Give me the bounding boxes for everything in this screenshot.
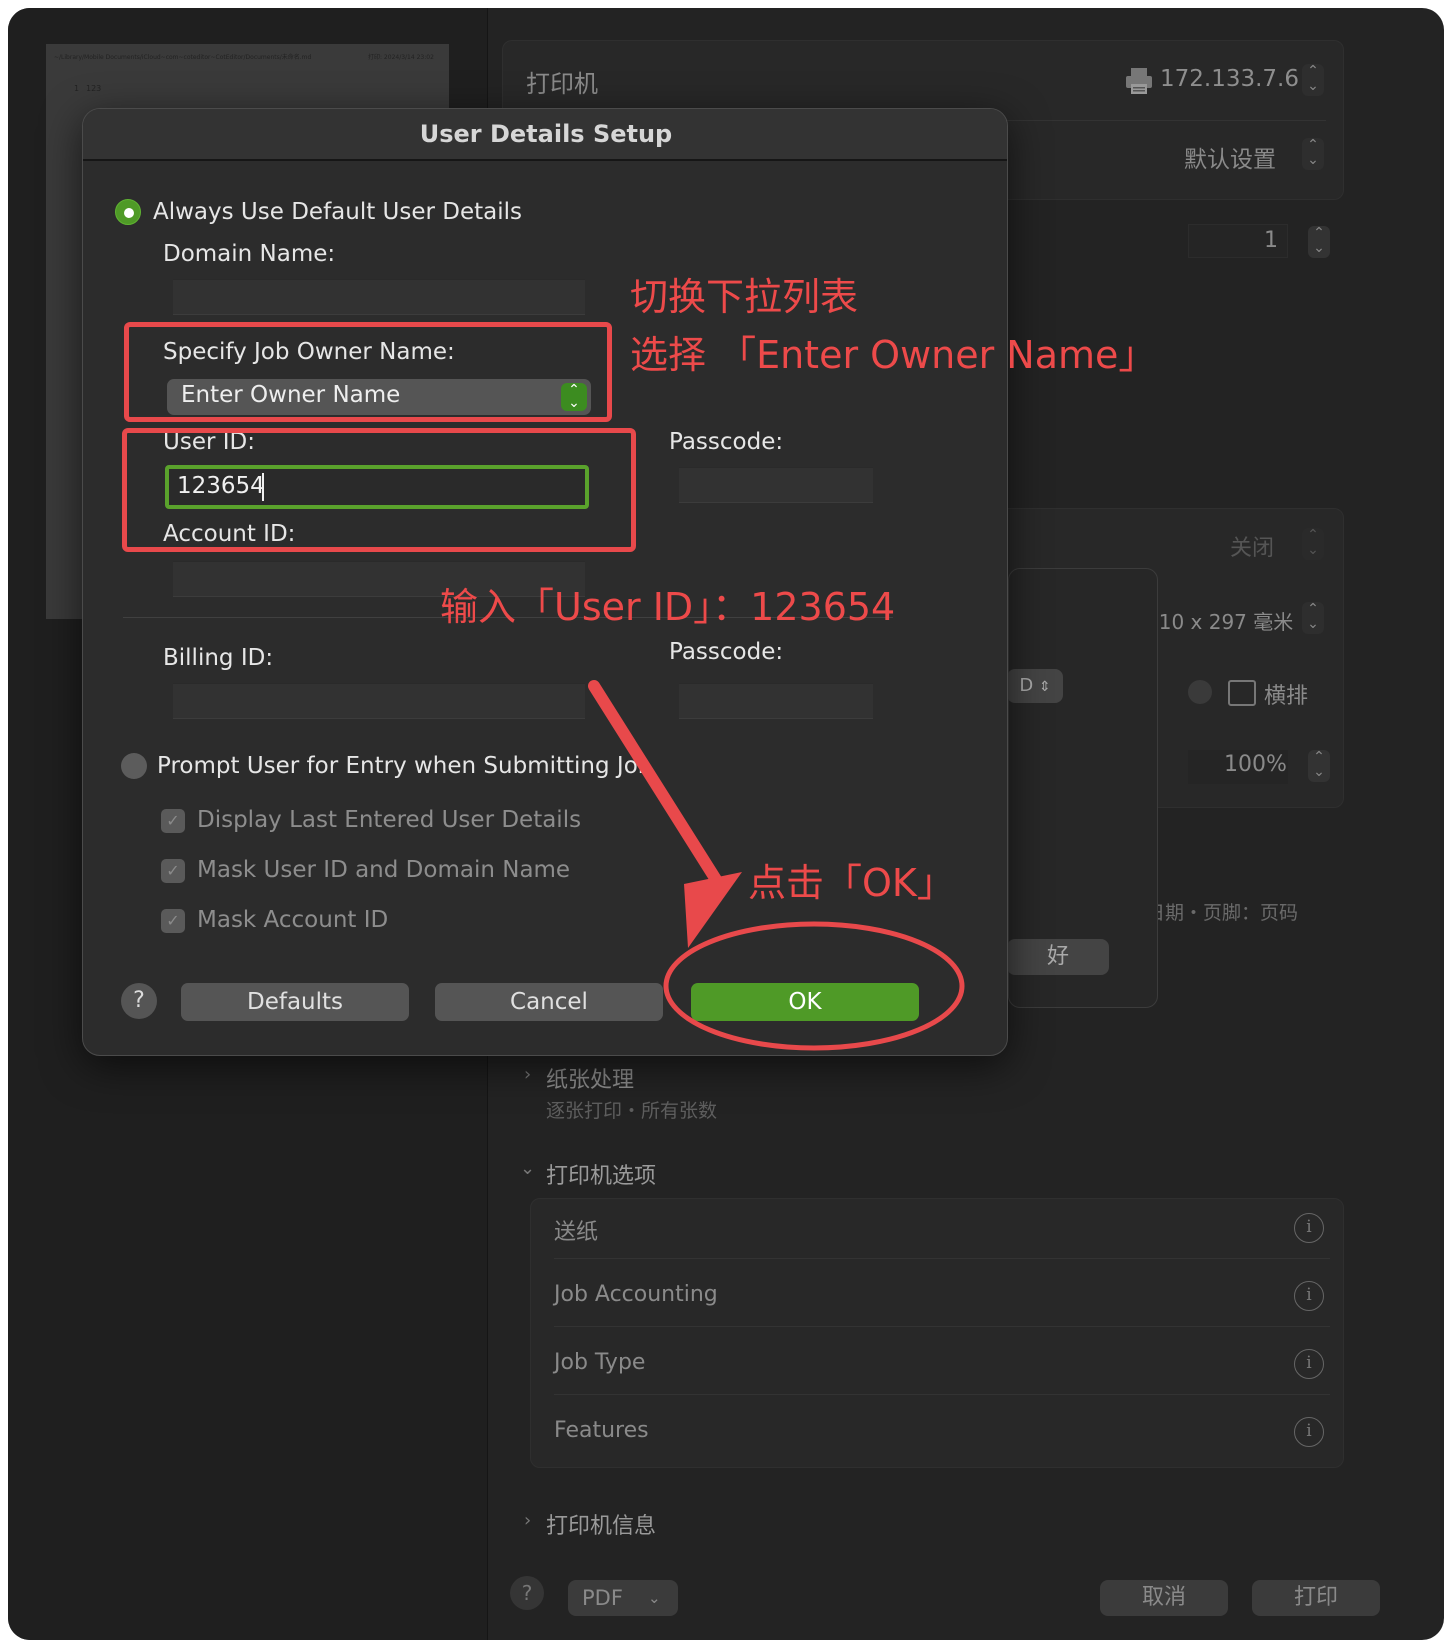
- annotation-arrow-and-circle: [588, 680, 965, 1051]
